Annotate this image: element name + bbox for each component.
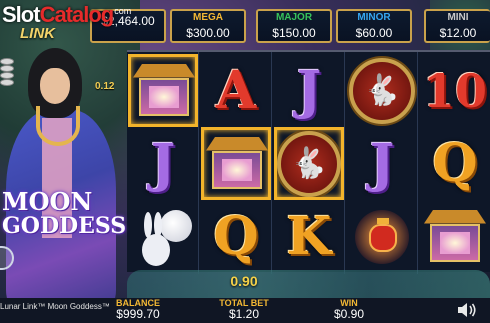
- jackpot-major: MAJOR $150.00: [256, 9, 332, 43]
- coin-shape: [0, 58, 14, 65]
- symbol-letter: 10: [422, 63, 487, 118]
- lantern-top: [377, 217, 389, 224]
- coin-shape: [0, 79, 14, 86]
- jackpot-value: $150.00: [272, 26, 316, 40]
- pavilion-light: [222, 158, 252, 181]
- symbol-Q: Q: [420, 127, 490, 200]
- reel-grid: J A Q J 🐇 K 🐇 J 10 Q: [127, 50, 490, 274]
- speaker-icon[interactable]: [456, 301, 478, 319]
- game-name-footer: Lunar Link™ Moon Goddess™: [0, 302, 110, 311]
- bottom-bar: Lunar Link™ Moon Goddess™ BALANCE $999.7…: [0, 298, 490, 323]
- rabbit-body: [142, 233, 170, 266]
- pavilion-roof: [424, 209, 486, 224]
- game-title-line2: GODDESS: [2, 213, 127, 239]
- jackpot-mega: MEGA $300.00: [170, 9, 246, 43]
- brand-watermark: Slot Catalog com: [2, 2, 131, 28]
- symbol-wild: 🐇: [347, 54, 417, 127]
- pavilion-symbol: [204, 131, 268, 197]
- jackpot-value: $60.00: [355, 26, 393, 40]
- brand-suffix: com: [114, 6, 132, 16]
- jackpot-row: $2,464.00 MEGA $300.00 MAJOR $150.00 MIN…: [90, 9, 490, 43]
- win-value: $0.90: [333, 307, 365, 321]
- win-display: WIN $0.90: [324, 298, 374, 321]
- line-win-amount: 0.90: [230, 273, 258, 289]
- rabbit-icon: 🐇: [290, 146, 328, 180]
- symbol-moon-rabbit: [128, 200, 198, 273]
- reel-4: 🐇 J: [346, 52, 418, 274]
- symbol-letter: J: [369, 132, 395, 194]
- symbol-K: K: [274, 200, 344, 273]
- symbol-J: J: [347, 127, 417, 200]
- jackpot-label: MEGA: [193, 12, 223, 23]
- symbol-J: J: [274, 54, 344, 127]
- jackpot-label: MINOR: [357, 12, 391, 23]
- pavilion-symbol: [422, 204, 488, 270]
- wild-coin-symbol: 🐇: [277, 130, 341, 197]
- balance-display: BALANCE $999.70: [108, 298, 168, 321]
- symbol-A: A: [201, 54, 271, 127]
- symbol-pavilion: [128, 54, 198, 127]
- game-title-line1: MOON: [2, 187, 93, 216]
- character-face: [40, 68, 70, 104]
- symbol-letter: K: [286, 205, 332, 267]
- symbol-J: J: [128, 127, 198, 200]
- reel-5: 10 Q: [419, 52, 490, 274]
- reel-3: J 🐇 K: [273, 52, 345, 274]
- lantern-symbol: [349, 204, 415, 270]
- jackpot-value: $12.00: [439, 26, 477, 40]
- jackpot-label: MINI: [447, 12, 469, 23]
- symbol-letter: J: [150, 132, 176, 194]
- balance-value: $999.70: [116, 307, 160, 321]
- rabbit-icon: 🐇: [363, 73, 401, 107]
- character-collar: [36, 106, 80, 146]
- coin-shape: [0, 72, 14, 79]
- symbol-letter: Q: [432, 132, 478, 194]
- symbol-lantern: [347, 200, 417, 273]
- rabbit-ear: [144, 211, 152, 238]
- jackpot-value: $300.00: [186, 26, 230, 40]
- symbol-letter: A: [215, 59, 257, 121]
- cloud-decoration: [127, 270, 490, 298]
- symbol-wild: 🐇: [274, 127, 344, 200]
- game-title-logo: MOON GODDESS: [0, 187, 127, 239]
- jackpot-mini: MINI $12.00: [424, 9, 490, 43]
- brand-part2: Catalog: [39, 2, 115, 27]
- game-screen: Slot Catalog com LINK $2,464.00 MEGA $30…: [0, 0, 490, 323]
- pavilion-roof: [133, 63, 195, 78]
- pavilion-symbol: [131, 58, 195, 124]
- brand-part1: Slot: [2, 2, 41, 27]
- pavilion-roof: [206, 136, 268, 151]
- lantern-body: [369, 223, 397, 252]
- symbol-pavilion: [420, 200, 490, 273]
- symbol-10: 10: [420, 54, 490, 127]
- stake-indicator: 0.12: [95, 81, 115, 92]
- total-bet-display[interactable]: TOTAL BET $1.20: [212, 298, 276, 321]
- total-bet-value: $1.20: [228, 307, 260, 321]
- jackpot-minor: MINOR $60.00: [336, 9, 412, 43]
- reel-1: J: [127, 52, 199, 274]
- reel-2: A Q: [200, 52, 272, 274]
- pavilion-light: [440, 231, 470, 254]
- jackpot-label: MAJOR: [275, 12, 313, 23]
- coin-shape: [0, 65, 14, 72]
- symbol-letter: Q: [213, 205, 259, 267]
- symbol-letter: J: [296, 59, 322, 121]
- wild-coin-symbol: 🐇: [349, 57, 415, 124]
- coins-icon[interactable]: [0, 58, 14, 88]
- pavilion-light: [149, 85, 179, 108]
- symbol-Q: Q: [201, 200, 271, 273]
- symbol-pavilion: [201, 127, 271, 200]
- moon-rabbit-symbol: [130, 204, 196, 270]
